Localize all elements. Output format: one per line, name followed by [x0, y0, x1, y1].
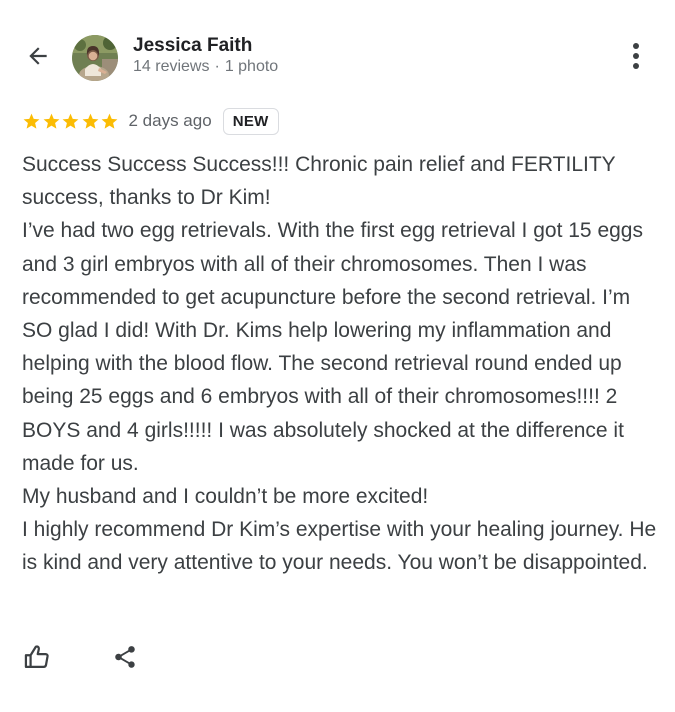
avatar[interactable] [72, 35, 118, 81]
review-text: Success Success Success!!! Chronic pain … [22, 153, 657, 575]
back-button[interactable] [20, 38, 56, 74]
star-icon [62, 113, 79, 129]
share-button[interactable] [108, 640, 142, 674]
author-name[interactable]: Jessica Faith [133, 35, 252, 57]
star-rating [22, 112, 120, 131]
new-badge: NEW [222, 107, 279, 135]
meta-separator: · [214, 58, 220, 75]
arrow-back-icon [29, 47, 47, 65]
review-count: 14 reviews [133, 58, 210, 75]
star-icon [101, 113, 118, 129]
share-icon [115, 646, 135, 668]
author-stats: 14 reviews · 1 photo [133, 58, 278, 76]
rating-row: 2 days ago NEW [22, 106, 279, 136]
star-icon [82, 113, 98, 129]
more-options-button[interactable] [620, 38, 652, 74]
review-date: 2 days ago [128, 111, 212, 130]
like-button[interactable] [20, 640, 54, 674]
profile-photo-icon [72, 35, 118, 81]
photo-count: 1 photo [224, 58, 279, 75]
star-icon [43, 113, 59, 129]
review-detail-page: Jessica Faith 14 reviews · 1 photo 2 days … [0, 0, 675, 712]
star-icon [23, 113, 40, 129]
thumb-up-icon [24, 645, 49, 669]
more-vert-icon [633, 43, 639, 69]
